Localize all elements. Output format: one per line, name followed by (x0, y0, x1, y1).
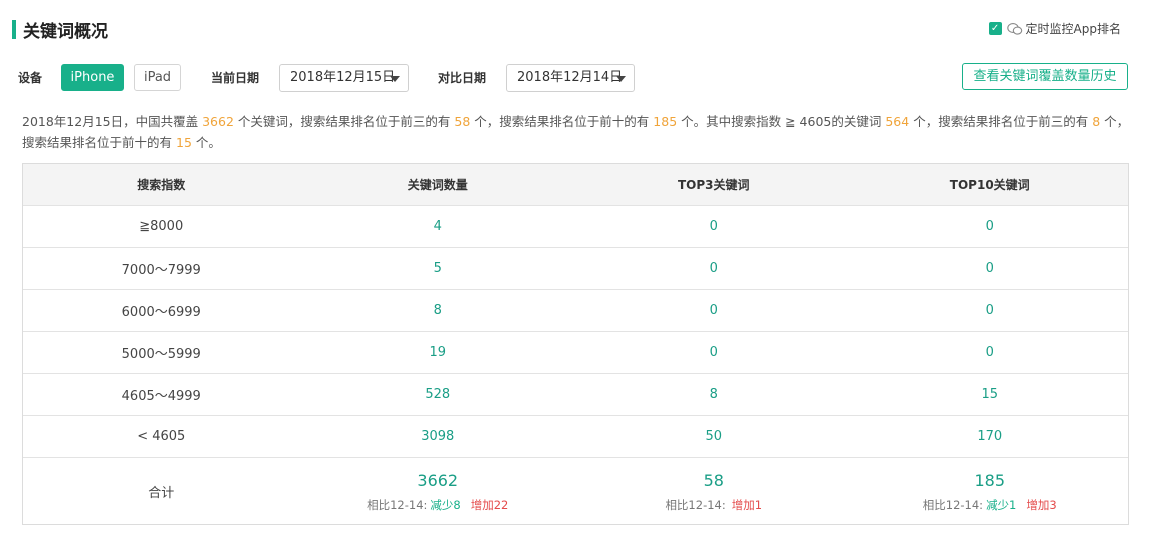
summary-part: 个关键词，搜索结果排名位于前三的有 (237, 114, 451, 129)
summary-sub-top10: 15 (176, 135, 192, 150)
compare-text: 相比12-14: 增加1 (576, 497, 852, 513)
chevron-down-icon (390, 76, 400, 82)
current-date-value: 2018年12月15日 (290, 70, 396, 85)
table-header-row: 搜索指数 关键词数量 TOP3关键词 TOP10关键词 (23, 164, 1128, 205)
compare-label: 相比12-14: (922, 498, 984, 512)
range-cell: 5000～5999 (121, 347, 201, 362)
section-accent-bar (12, 19, 16, 39)
range-cell: 7000～7999 (121, 263, 201, 278)
count-cell[interactable]: 528 (300, 387, 577, 402)
range-cell: 6000～6999 (121, 305, 201, 320)
monitor-label[interactable]: 定时监控App排名 (1026, 20, 1121, 37)
summary-top3: 58 (454, 114, 471, 129)
range-cell: < 4605 (137, 429, 186, 444)
wechat-icon (1006, 22, 1022, 35)
summary-part: 2018年12月15日，中国共覆盖 (22, 114, 199, 129)
count-cell[interactable]: 8 (300, 303, 577, 318)
decrease-text: 减少1 (986, 498, 1017, 512)
summary-text: 2018年12月15日，中国共覆盖 3662 个关键词，搜索结果排名位于前三的有… (22, 111, 1132, 153)
summary-part: 个，搜索结果排名位于前十的有 (474, 114, 650, 129)
device-iphone-button[interactable]: iPhone (61, 64, 124, 91)
device-label: 设备 (18, 71, 43, 85)
header-keyword-count: 关键词数量 (407, 178, 468, 192)
increase-text: 增加22 (470, 498, 509, 512)
compare-date-select[interactable]: 2018年12月14日 (506, 64, 635, 92)
history-button[interactable]: 查看关键词覆盖数量历史 (962, 63, 1128, 90)
total-top3-cell: 58 相比12-14: 增加1 (576, 469, 852, 513)
top10-cell[interactable]: 0 (852, 219, 1129, 234)
chevron-down-icon (616, 76, 626, 82)
decrease-text: 减少8 (430, 498, 461, 512)
top3-cell[interactable]: 50 (576, 429, 852, 444)
increase-text: 增加1 (731, 498, 763, 512)
top3-cell[interactable]: 0 (576, 345, 852, 360)
table-row: < 4605 3098 50 170 (23, 415, 1128, 457)
top3-cell[interactable]: 0 (576, 219, 852, 234)
increase-text: 增加3 (1026, 498, 1057, 512)
current-date-label: 当前日期 (211, 71, 260, 85)
top3-cell[interactable]: 0 (576, 261, 852, 276)
total-label: 合计 (148, 485, 175, 501)
compare-label: 相比12-14: (367, 498, 428, 512)
range-cell: ≧8000 (139, 219, 184, 234)
compare-text: 相比12-14: 减少1 增加3 (852, 497, 1129, 513)
count-cell[interactable]: 19 (300, 345, 577, 360)
top3-cell[interactable]: 0 (576, 303, 852, 318)
top10-cell[interactable]: 0 (852, 345, 1129, 360)
device-ipad-button[interactable]: iPad (134, 64, 181, 91)
table-row: 6000～6999 8 0 0 (23, 289, 1128, 331)
current-date-select[interactable]: 2018年12月15日 (279, 64, 409, 92)
top10-cell[interactable]: 0 (852, 261, 1129, 276)
total-count-cell: 3662 相比12-14: 减少8 增加22 (300, 469, 577, 513)
total-row: 合计 3662 相比12-14: 减少8 增加22 58 相比12-14: 增加1 1… (23, 457, 1128, 524)
summary-top10: 185 (653, 114, 678, 129)
total-count-value[interactable]: 3662 (300, 471, 577, 490)
summary-part: 个。 (195, 135, 221, 150)
keyword-table: 搜索指数 关键词数量 TOP3关键词 TOP10关键词 ≧8000 4 0 0 … (22, 163, 1129, 525)
summary-part: 个，搜索结果排名位于前三的有 (913, 114, 1089, 129)
summary-part: 个。其中搜索指数 ≧ 4605的关键词 (681, 114, 882, 129)
summary-total: 3662 (202, 114, 234, 129)
section-header: 关键词概况 (12, 19, 108, 42)
summary-sub-top3: 8 (1092, 114, 1101, 129)
compare-date-value: 2018年12月14日 (517, 70, 623, 85)
page-title: 关键词概况 (23, 21, 108, 42)
filter-bar: 设备 iPhone iPad 当前日期 2018年12月15日 对比日期 201… (18, 63, 1128, 92)
header-top3: TOP3关键词 (677, 178, 750, 192)
header-top10: TOP10关键词 (949, 178, 1030, 192)
table-row: ≧8000 4 0 0 (23, 205, 1128, 247)
table-row: 7000～7999 5 0 0 (23, 247, 1128, 289)
top3-cell[interactable]: 8 (576, 387, 852, 402)
compare-text: 相比12-14: 减少8 增加22 (300, 497, 577, 513)
summary-sub-total: 564 (885, 114, 910, 129)
count-cell[interactable]: 4 (300, 219, 577, 234)
monitor-toggle[interactable]: ✓ 定时监控App排名 (988, 20, 1121, 37)
count-cell[interactable]: 3098 (300, 429, 577, 444)
total-top3-value[interactable]: 58 (576, 471, 852, 490)
range-cell: 4605～4999 (121, 389, 201, 404)
count-cell[interactable]: 5 (300, 261, 577, 276)
total-top10-cell: 185 相比12-14: 减少1 增加3 (852, 469, 1129, 513)
compare-label: 相比12-14: (665, 498, 726, 512)
table-row: 4605～4999 528 8 15 (23, 373, 1128, 415)
header-search-index: 搜索指数 (137, 178, 186, 192)
top10-cell[interactable]: 170 (852, 429, 1129, 444)
total-top10-value[interactable]: 185 (852, 471, 1129, 490)
top10-cell[interactable]: 15 (852, 387, 1129, 402)
check-icon[interactable]: ✓ (988, 22, 1002, 35)
top10-cell[interactable]: 0 (852, 303, 1129, 318)
compare-date-label: 对比日期 (438, 71, 487, 85)
table-row: 5000～5999 19 0 0 (23, 331, 1128, 373)
